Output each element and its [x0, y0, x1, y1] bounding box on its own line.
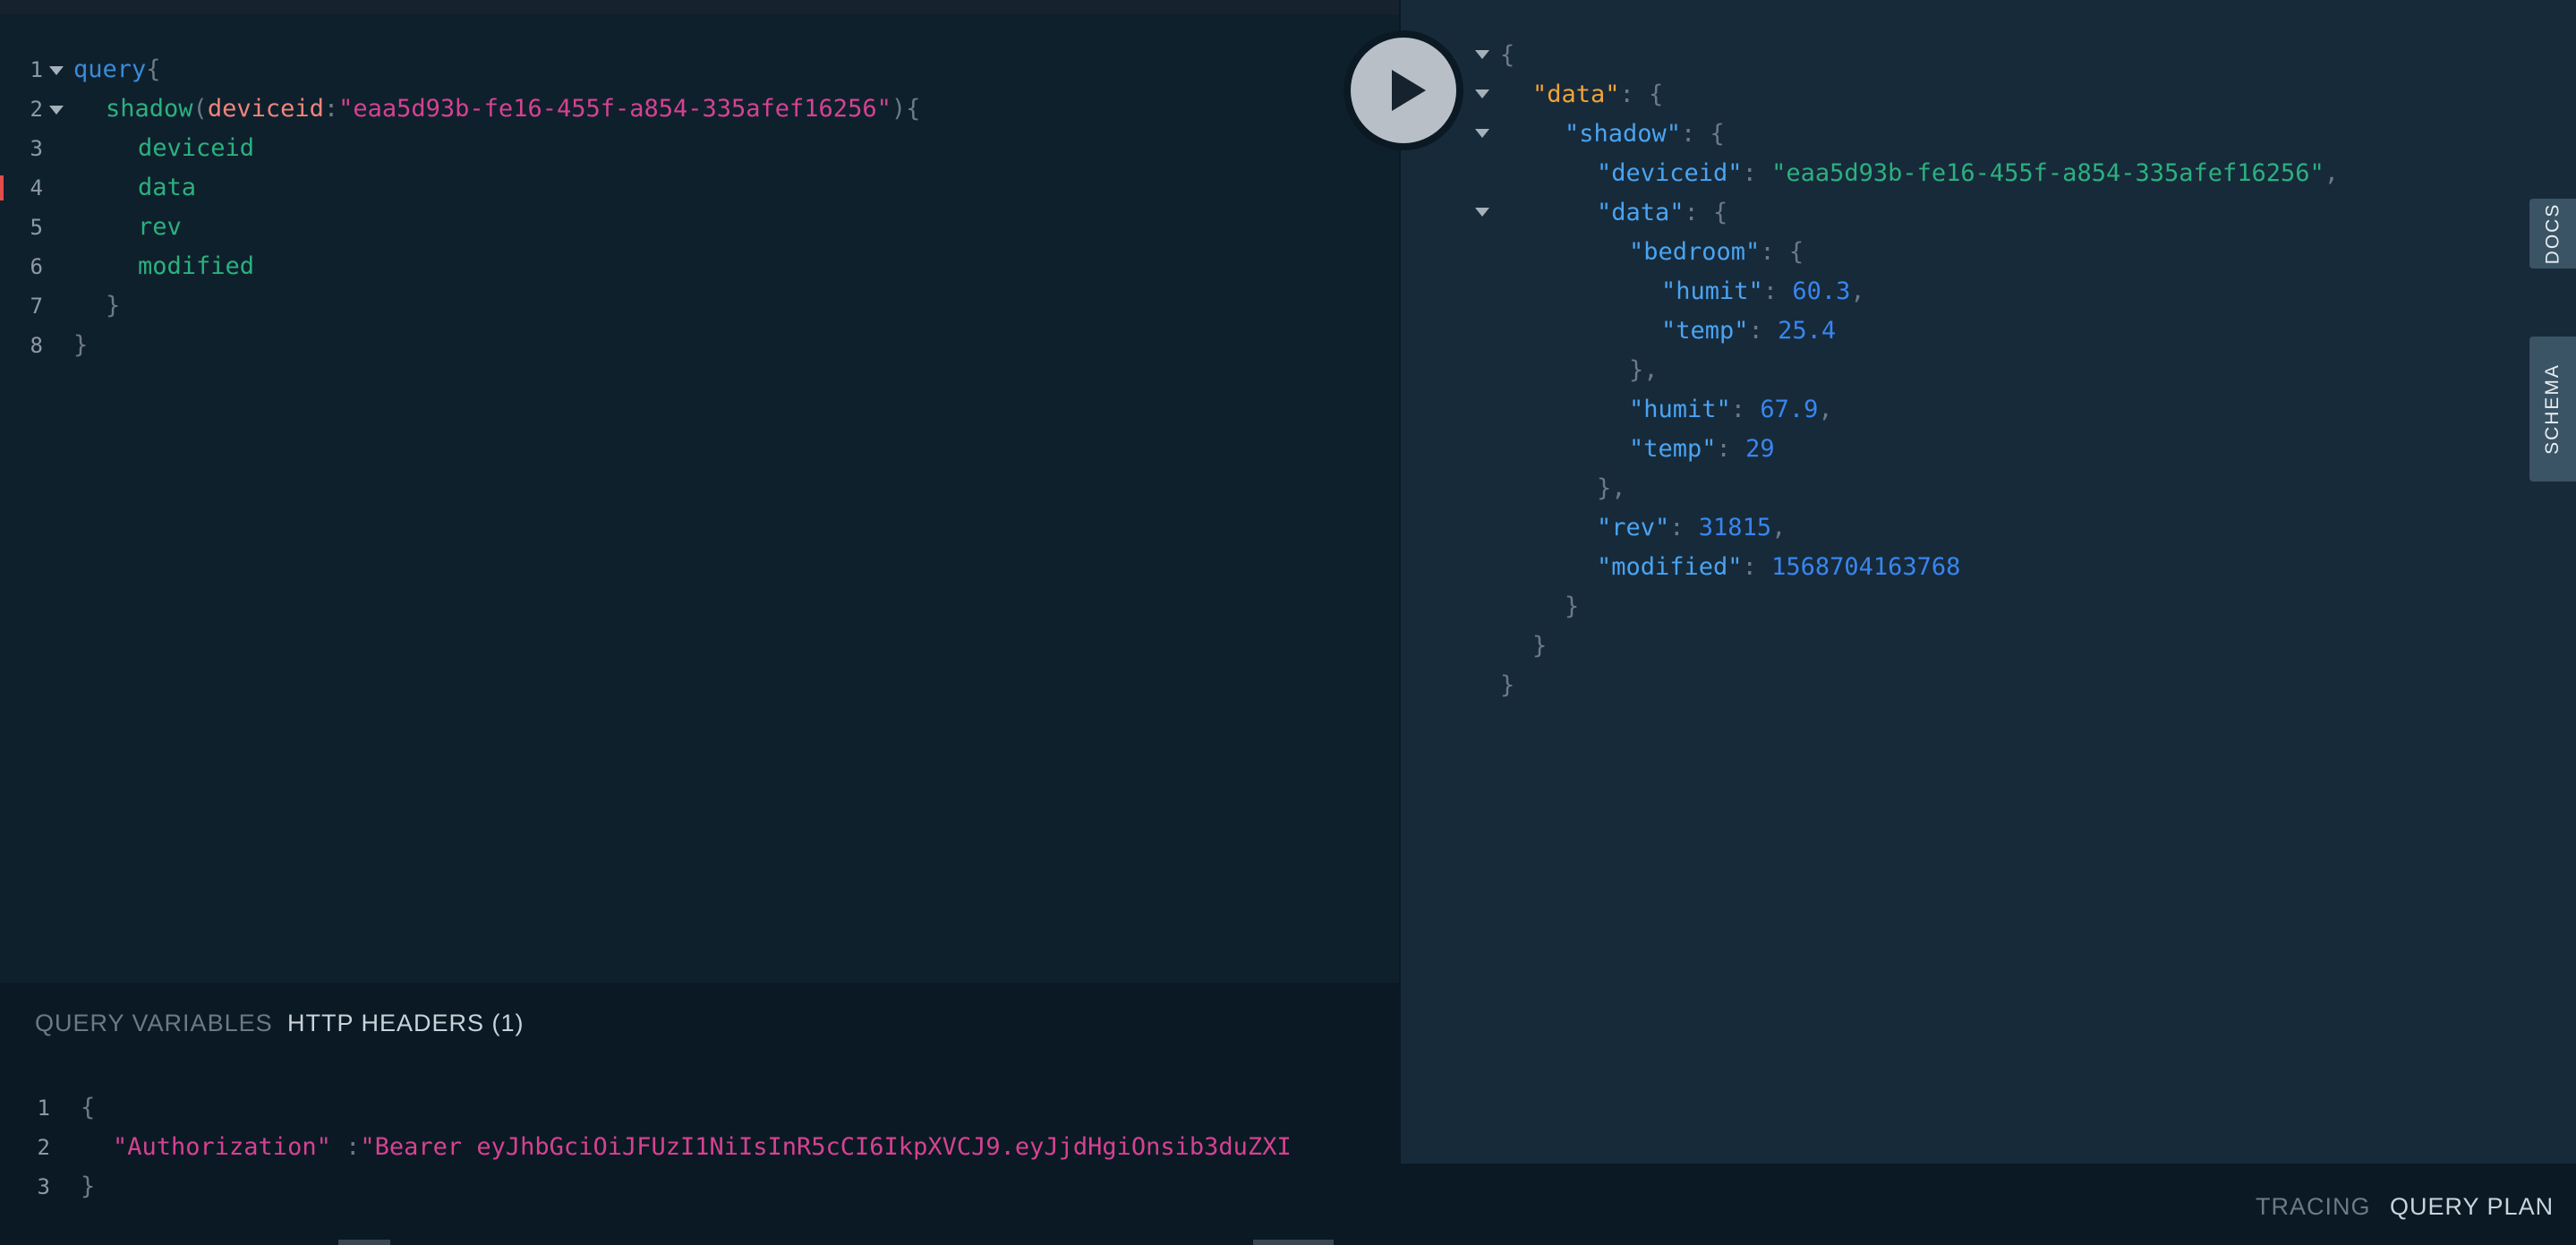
- result-line: "humit": 60.3,: [1661, 277, 1865, 305]
- schema-tab[interactable]: SCHEMA: [2529, 337, 2576, 482]
- horizontal-scrollbar[interactable]: [338, 1240, 390, 1245]
- fold-toggle-icon[interactable]: [49, 66, 64, 75]
- code-line: deviceid: [138, 134, 255, 162]
- code-line: modified: [138, 252, 255, 280]
- result-line: "data": {: [1532, 81, 1664, 108]
- line-number: 2: [37, 1135, 50, 1160]
- result-line: "temp": 29: [1629, 435, 1775, 463]
- query-plan-tab[interactable]: QUERY PLAN: [2390, 1193, 2554, 1221]
- result-line: "temp": 25.4: [1661, 317, 1837, 345]
- line-number: 6: [30, 254, 43, 279]
- header-line: }: [81, 1173, 96, 1200]
- line-number: 2: [30, 97, 43, 122]
- result-line: "shadow": {: [1565, 120, 1725, 148]
- line-number: 3: [37, 1174, 50, 1199]
- result-line: "data": {: [1597, 199, 1728, 226]
- result-line: "bedroom": {: [1629, 238, 1804, 266]
- cursor-line-marker: [0, 175, 4, 200]
- code-line: data: [138, 174, 197, 201]
- schema-tab-label: SCHEMA: [2542, 363, 2563, 455]
- result-line: },: [1629, 356, 1659, 384]
- line-number: 3: [30, 136, 43, 161]
- result-line: "rev": 31815,: [1597, 514, 1787, 541]
- fold-toggle-icon[interactable]: [1475, 208, 1489, 217]
- docs-tab[interactable]: DOCS: [2529, 199, 2576, 269]
- horizontal-scrollbar[interactable]: [1253, 1240, 1334, 1245]
- run-query-button[interactable]: [1351, 38, 1456, 143]
- docs-tab-label: DOCS: [2542, 202, 2563, 265]
- pane-divider[interactable]: [1399, 0, 1401, 1164]
- code-line: }: [73, 331, 89, 359]
- code-line: }: [106, 292, 121, 320]
- result-line: {: [1500, 41, 1515, 69]
- play-icon: [1392, 70, 1426, 111]
- tracing-tab[interactable]: TRACING: [2256, 1193, 2371, 1221]
- header-line[interactable]: "Authorization" :"Bearer eyJhbGciOiJFUzI…: [113, 1128, 1397, 1167]
- fold-toggle-icon[interactable]: [1475, 129, 1489, 138]
- result-line: }: [1500, 671, 1515, 699]
- http-headers-tab[interactable]: HTTP HEADERS (1): [287, 1010, 525, 1037]
- result-line: }: [1532, 632, 1548, 660]
- fold-toggle-icon[interactable]: [1475, 90, 1489, 98]
- result-line: "deviceid": "eaa5d93b-fe16-455f-a854-335…: [1597, 159, 2340, 187]
- line-number: 7: [30, 294, 43, 319]
- code-line: query{: [73, 55, 161, 83]
- line-number: 8: [30, 333, 43, 358]
- line-number: 5: [30, 215, 43, 240]
- fold-toggle-icon[interactable]: [1475, 50, 1489, 59]
- fold-toggle-icon[interactable]: [49, 106, 64, 115]
- code-line: rev: [138, 213, 182, 241]
- query-variables-tab[interactable]: QUERY VARIABLES: [35, 1010, 273, 1037]
- line-number: 1: [30, 57, 43, 82]
- header-line: {: [81, 1094, 96, 1121]
- result-line: "modified": 1568704163768: [1597, 553, 1961, 581]
- result-line: },: [1597, 474, 1626, 502]
- line-number: 1: [37, 1096, 50, 1121]
- line-number: 4: [30, 175, 43, 200]
- code-line: shadow(deviceid:"eaa5d93b-fe16-455f-a854…: [106, 95, 921, 123]
- result-line: "humit": 67.9,: [1629, 396, 1833, 423]
- result-line: }: [1565, 593, 1580, 620]
